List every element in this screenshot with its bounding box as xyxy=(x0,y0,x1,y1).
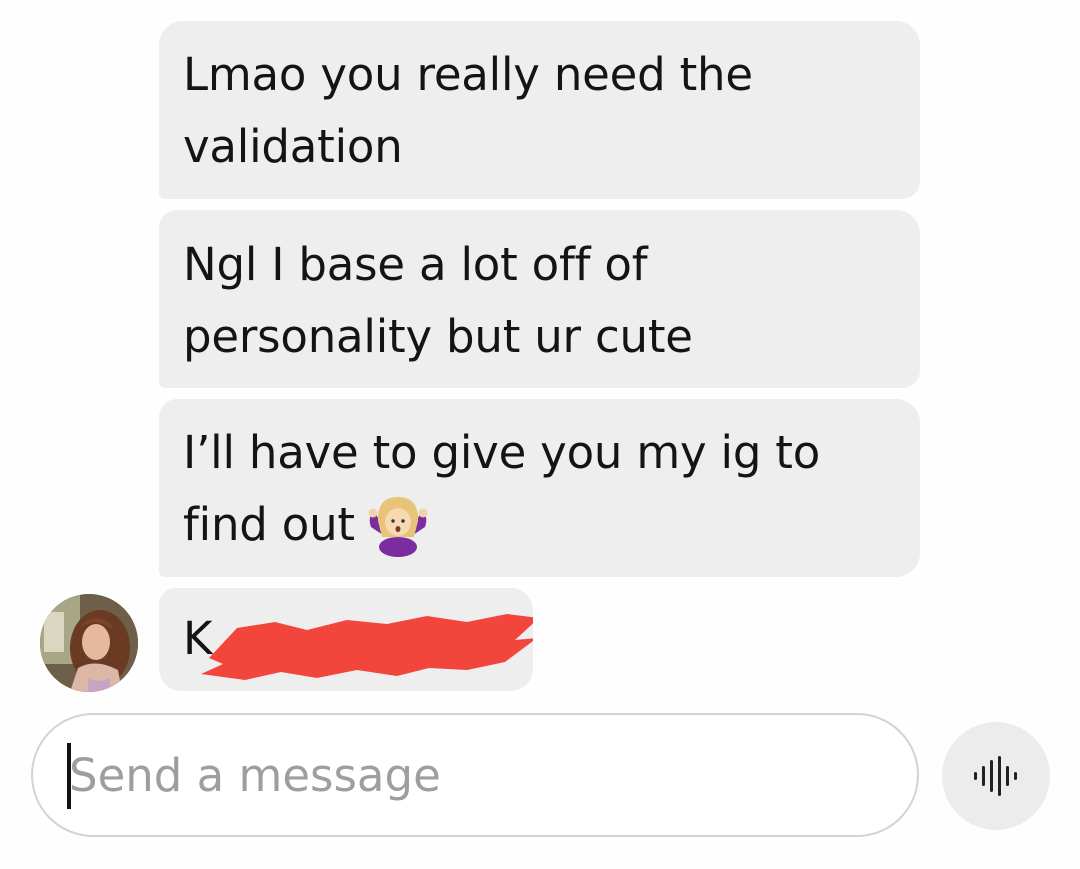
message-input[interactable]: Send a message xyxy=(31,713,919,837)
message-bubble[interactable]: Lmao you really need the validation xyxy=(159,21,920,199)
message-text: I’ll have to give you my ig to xyxy=(183,426,821,479)
person-shrugging-emoji xyxy=(368,497,428,557)
message-text: find out xyxy=(183,498,355,551)
message-text: Lmao you really need the xyxy=(183,48,753,101)
message-text: Ngl I base a lot off of xyxy=(183,238,648,291)
voice-message-button[interactable] xyxy=(942,722,1050,830)
contact-avatar[interactable] xyxy=(40,594,138,692)
chat-thread: Lmao you really need the validation Ngl … xyxy=(0,0,1080,869)
message-bubble[interactable]: Ngl I base a lot off of personality but … xyxy=(159,210,920,388)
message-text: personality but ur cute xyxy=(183,310,693,363)
message-input-placeholder: Send a message xyxy=(69,749,441,802)
message-text: validation xyxy=(183,120,403,173)
message-bubble[interactable]: I’ll have to give you my ig to find out xyxy=(159,399,920,577)
redaction-scribble xyxy=(201,614,533,680)
avatar-photo xyxy=(40,594,138,692)
message-text-line: find out xyxy=(183,489,896,561)
message-bubble-redacted[interactable]: K xyxy=(159,588,533,691)
voice-waveform-icon xyxy=(974,756,1017,796)
